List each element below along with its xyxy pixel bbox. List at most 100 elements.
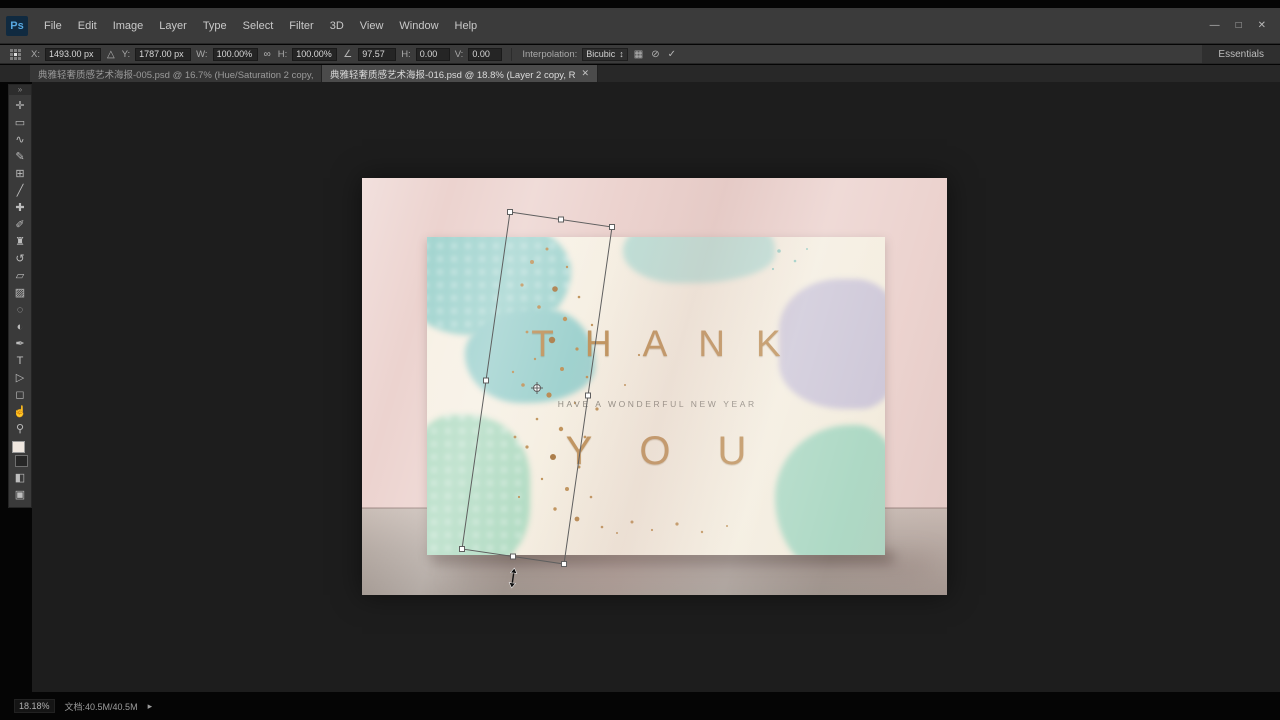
y-label: Y: — [121, 48, 131, 60]
brush-tool[interactable]: ✐ — [9, 216, 31, 233]
menu-filter[interactable]: Filter — [281, 9, 321, 43]
link-dimensions-icon[interactable]: ∞ — [262, 49, 273, 60]
width-scale-field[interactable]: 100.00% — [212, 47, 258, 61]
menu-view[interactable]: View — [352, 9, 392, 43]
transform-options-bar: X: 1493.00 px △ Y: 1787.00 px W: 100.00%… — [0, 45, 1280, 64]
pen-tool[interactable]: ✒ — [9, 335, 31, 352]
transform-handle-right-mid[interactable] — [585, 392, 591, 399]
rectangular-marquee-tool[interactable]: ▭ — [9, 114, 31, 131]
zoom-level-field[interactable]: 18.18% — [14, 699, 55, 713]
x-label: X: — [31, 48, 40, 60]
relative-position-icon[interactable]: △ — [105, 49, 117, 60]
photoshop-logo: Ps — [6, 15, 28, 36]
quick-selection-tool[interactable]: ✎ — [9, 148, 31, 165]
menu-select[interactable]: Select — [235, 9, 282, 43]
quick-mask-icon: ◧ — [14, 472, 26, 484]
restore-button[interactable]: □ — [1236, 20, 1242, 31]
move-tool-icon: ✛ — [15, 100, 25, 112]
menu-window[interactable]: Window — [391, 9, 446, 43]
status-popup-arrow-icon[interactable]: ▸ — [148, 701, 153, 712]
warp-mode-icon[interactable]: ▦ — [632, 49, 645, 60]
document-tab-inactive[interactable]: 典雅轻奢质感艺术海报-005.psd @ 16.7% (Hue/Saturati… — [30, 65, 322, 82]
dodge-tool[interactable]: ◐ — [9, 318, 31, 335]
y-position-field[interactable]: 1787.00 px — [135, 47, 192, 61]
menu-image[interactable]: Image — [105, 9, 152, 43]
tab-close-icon[interactable]: ✕ — [581, 68, 589, 79]
screen-mode-button[interactable]: ▣ — [9, 486, 31, 503]
type-tool[interactable]: T — [9, 352, 31, 369]
menu-file[interactable]: File — [36, 9, 70, 43]
reference-point-locator[interactable] — [10, 48, 21, 60]
color-swatches — [11, 441, 29, 467]
x-position-field[interactable]: 1493.00 px — [44, 47, 101, 61]
menu-type[interactable]: Type — [195, 9, 235, 43]
blur-tool[interactable]: ◌ — [9, 301, 31, 318]
close-button[interactable]: ✕ — [1258, 20, 1266, 31]
menu-help[interactable]: Help — [447, 9, 486, 43]
transform-handle-top-right[interactable] — [609, 224, 615, 230]
document-tab-active[interactable]: 典雅轻奢质感艺术海报-016.psd @ 18.8% (Layer 2 copy… — [322, 65, 598, 82]
transform-handle-top-mid[interactable] — [558, 216, 564, 223]
transform-handle-bottom-right[interactable] — [561, 561, 567, 567]
zoom-tool[interactable]: ⚲ — [9, 420, 31, 437]
minimize-button[interactable]: — — [1210, 20, 1220, 31]
hand-tool-icon: ☝ — [13, 406, 27, 418]
history-brush-tool[interactable]: ↺ — [9, 250, 31, 267]
status-bar: 18.18% 文档:40.5M/40.5M ▸ — [0, 692, 1280, 720]
workspace-label: Essentials — [1218, 48, 1264, 60]
interpolation-label: Interpolation: — [522, 48, 578, 60]
dropdown-arrows-icon: ↕ — [619, 48, 624, 59]
spot-healing-brush-tool[interactable]: ✚ — [9, 199, 31, 216]
crop-tool[interactable]: ⊞ — [9, 165, 31, 182]
background-color-swatch[interactable] — [15, 455, 28, 467]
menu-layer[interactable]: Layer — [151, 9, 195, 43]
menu-edit[interactable]: Edit — [70, 9, 105, 43]
free-transform-overlay — [459, 209, 615, 589]
transform-handle-left-mid[interactable] — [483, 377, 489, 384]
rotation-angle-field[interactable]: 97.57 — [358, 47, 397, 61]
gradient-tool-icon: ▨ — [14, 287, 26, 299]
height-scale-field[interactable]: 100.00% — [292, 47, 338, 61]
pen-tool-icon: ✒ — [15, 338, 25, 350]
clone-stamp-tool-icon: ♜ — [15, 236, 25, 248]
vskew-label: V: — [454, 48, 464, 60]
path-selection-tool[interactable]: ▷ — [9, 369, 31, 386]
clone-stamp-tool[interactable]: ♜ — [9, 233, 31, 250]
eyedropper-tool[interactable]: ╱ — [9, 182, 31, 199]
mouse-cursor — [508, 567, 518, 589]
blur-tool-icon: ◌ — [16, 303, 24, 316]
rectangle-tool[interactable]: ◻ — [9, 386, 31, 403]
quick-mask-button[interactable]: ◧ — [9, 469, 31, 486]
lasso-tool[interactable]: ∿ — [9, 131, 31, 148]
commit-transform-icon[interactable]: ✓ — [666, 49, 678, 60]
dodge-tool-icon: ◐ — [16, 320, 24, 333]
interpolation-value: Bicubic — [586, 48, 616, 59]
tools-collapse-icon[interactable]: » — [9, 85, 31, 95]
workspace-switcher[interactable]: Essentials — [1202, 45, 1280, 63]
eyedropper-tool-icon: ╱ — [16, 185, 24, 197]
brush-tool-icon: ✐ — [15, 219, 25, 231]
transform-handle-bottom-left[interactable] — [459, 546, 465, 552]
gradient-tool[interactable]: ▨ — [9, 284, 31, 301]
transform-reference-point[interactable] — [531, 382, 543, 394]
rectangle-tool-icon: ◻ — [15, 389, 25, 401]
transform-handle-bottom-mid[interactable] — [510, 553, 516, 560]
hand-tool[interactable]: ☝ — [9, 403, 31, 420]
canvas[interactable]: THANK HAVE A WONDERFUL NEW YEAR YOU — [32, 82, 1280, 692]
hskew-field[interactable]: 0.00 — [415, 47, 450, 61]
vskew-field[interactable]: 0.00 — [468, 47, 503, 61]
cancel-transform-icon[interactable]: ⊘ — [649, 49, 661, 60]
eraser-tool[interactable]: ▱ — [9, 267, 31, 284]
quick-selection-tool-icon: ✎ — [15, 151, 25, 163]
transform-handle-top-left[interactable] — [507, 209, 513, 215]
menu-3d[interactable]: 3D — [322, 9, 352, 43]
interpolation-select[interactable]: Bicubic ↕ — [582, 47, 628, 61]
menu-bar: Ps File Edit Image Layer Type Select Fil… — [0, 8, 1280, 44]
screen-mode-icon: ▣ — [14, 489, 26, 501]
move-tool[interactable]: ✛ — [9, 97, 31, 114]
document-tab-bar: 典雅轻奢质感艺术海报-005.psd @ 16.7% (Hue/Saturati… — [0, 65, 1280, 82]
width-label: W: — [196, 48, 208, 60]
healing-brush-tool-icon: ✚ — [15, 202, 25, 214]
options-separator — [511, 47, 513, 61]
foreground-color-swatch[interactable] — [12, 441, 25, 453]
